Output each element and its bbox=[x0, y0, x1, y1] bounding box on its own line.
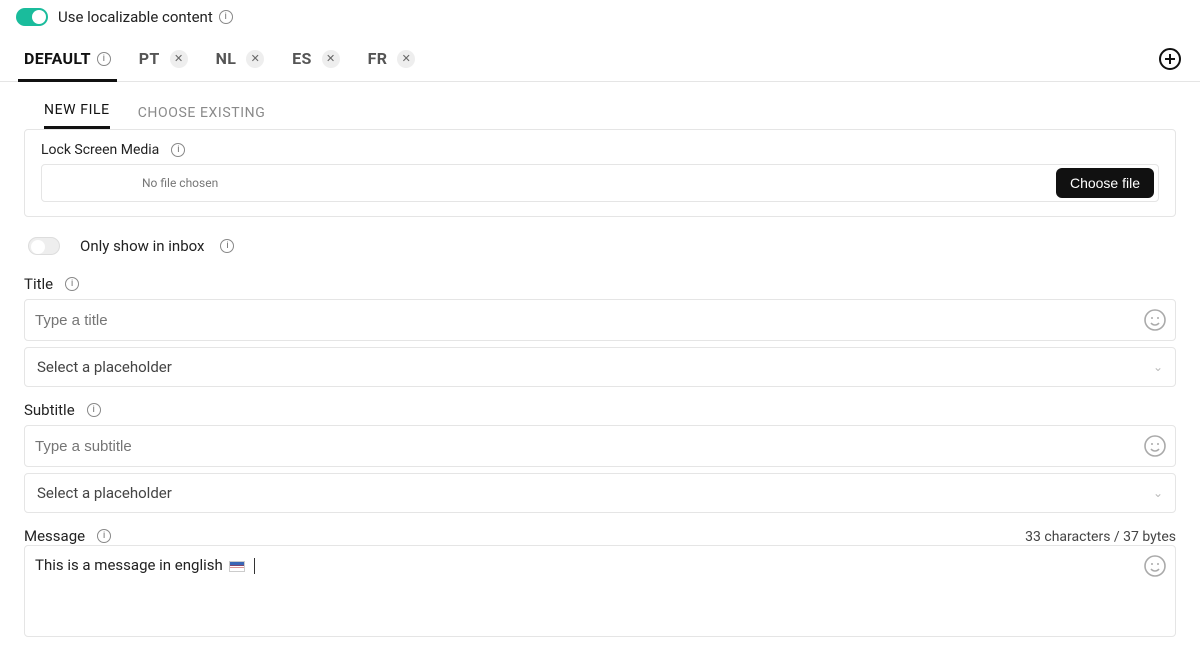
tab-default-label: DEFAULT bbox=[24, 49, 91, 68]
subtitle-placeholder-select[interactable]: Select a placeholder ⌄ bbox=[24, 473, 1176, 513]
use-localizable-toggle[interactable] bbox=[16, 8, 48, 26]
select-label: Select a placeholder bbox=[37, 358, 172, 376]
info-icon[interactable]: i bbox=[97, 52, 111, 66]
info-icon[interactable]: i bbox=[219, 10, 233, 24]
close-icon[interactable]: ✕ bbox=[170, 50, 188, 68]
tab-label: ES bbox=[292, 49, 311, 68]
tab-default[interactable]: DEFAULT i bbox=[10, 36, 125, 81]
subtab-new-file[interactable]: NEW FILE bbox=[44, 102, 110, 129]
message-textarea[interactable]: This is a message in english bbox=[25, 546, 1143, 584]
subtitle-input-wrap bbox=[24, 425, 1176, 467]
add-language-button[interactable] bbox=[1158, 47, 1182, 71]
message-text: This is a message in english bbox=[35, 556, 223, 574]
emoji-icon[interactable] bbox=[1143, 434, 1167, 458]
select-label: Select a placeholder bbox=[37, 484, 172, 502]
tab-es[interactable]: ES ✕ bbox=[278, 36, 353, 81]
close-icon[interactable]: ✕ bbox=[322, 50, 340, 68]
message-count: 33 characters / 37 bytes bbox=[1025, 529, 1176, 545]
emoji-icon[interactable] bbox=[1143, 554, 1167, 578]
message-label: Message bbox=[24, 527, 85, 545]
only-show-inbox-label: Only show in inbox bbox=[80, 237, 204, 255]
tab-fr[interactable]: FR ✕ bbox=[354, 36, 430, 81]
title-input-wrap bbox=[24, 299, 1176, 341]
subtitle-input[interactable] bbox=[25, 426, 1143, 466]
use-localizable-label: Use localizable content bbox=[58, 8, 213, 26]
language-tabs: DEFAULT i PT ✕ NL ✕ ES ✕ FR ✕ bbox=[0, 36, 1200, 82]
file-subtabs: NEW FILE CHOOSE EXISTING bbox=[24, 82, 1176, 129]
tab-pt[interactable]: PT ✕ bbox=[125, 36, 202, 81]
title-placeholder-select[interactable]: Select a placeholder ⌄ bbox=[24, 347, 1176, 387]
chevron-down-icon: ⌄ bbox=[1153, 360, 1163, 374]
info-icon[interactable]: i bbox=[65, 277, 79, 291]
tab-nl[interactable]: NL ✕ bbox=[202, 36, 279, 81]
only-show-inbox-toggle[interactable] bbox=[28, 237, 60, 255]
subtab-choose-existing[interactable]: CHOOSE EXISTING bbox=[138, 105, 266, 129]
info-icon[interactable]: i bbox=[220, 239, 234, 253]
us-flag-icon bbox=[229, 561, 245, 572]
text-cursor bbox=[254, 558, 255, 574]
tab-label: FR bbox=[368, 49, 388, 68]
close-icon[interactable]: ✕ bbox=[246, 50, 264, 68]
lock-screen-media-label: Lock Screen Media bbox=[41, 142, 159, 158]
file-input[interactable]: No file chosen Choose file bbox=[41, 164, 1159, 202]
close-icon[interactable]: ✕ bbox=[397, 50, 415, 68]
no-file-label: No file chosen bbox=[142, 176, 218, 190]
title-label: Title bbox=[24, 275, 53, 293]
info-icon[interactable]: i bbox=[97, 529, 111, 543]
message-input-wrap: This is a message in english bbox=[24, 545, 1176, 637]
chevron-down-icon: ⌄ bbox=[1153, 486, 1163, 500]
emoji-icon[interactable] bbox=[1143, 308, 1167, 332]
tab-label: NL bbox=[216, 49, 237, 68]
title-input[interactable] bbox=[25, 300, 1143, 340]
lock-screen-media-card: Lock Screen Media i No file chosen Choos… bbox=[24, 129, 1176, 217]
tab-label: PT bbox=[139, 49, 160, 68]
info-icon[interactable]: i bbox=[171, 143, 185, 157]
choose-file-button[interactable]: Choose file bbox=[1056, 168, 1154, 198]
subtitle-label: Subtitle bbox=[24, 401, 75, 419]
info-icon[interactable]: i bbox=[87, 403, 101, 417]
